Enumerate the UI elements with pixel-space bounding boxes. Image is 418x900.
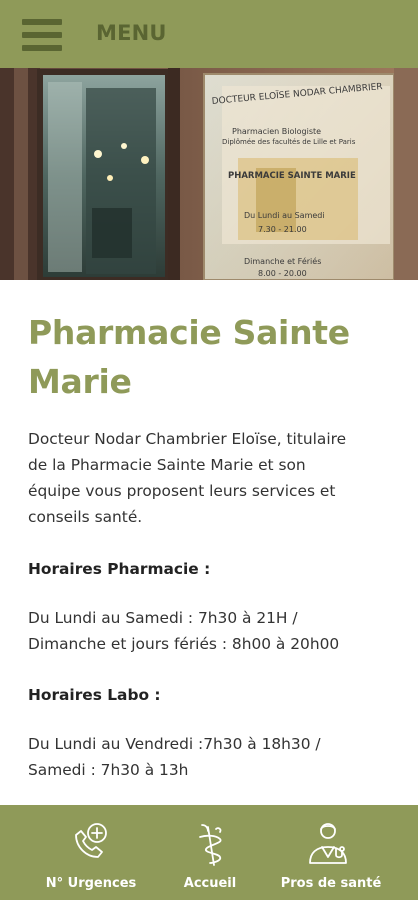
nav-accueil[interactable]: Accueil [170,805,250,900]
page-title: Pharmacie Sainte Marie [28,308,398,406]
hours-line: Du Lundi au Vendredi :7h30 à 18h30 / [28,735,321,753]
app-header: MENU [0,0,418,68]
intro-paragraph: Docteur Nodar Chambrier Eloïse, titulair… [28,426,398,530]
nav-label: Pros de santé [280,876,382,891]
main-content: Pharmacie Sainte Marie Docteur Nodar Cha… [28,308,398,783]
emergency-phone-icon [70,821,112,867]
nav-label: N° Urgences [45,876,137,891]
intro-line: Docteur Nodar Chambrier Eloïse, titulair… [28,430,347,448]
hours-line: Du Lundi au Samedi : 7h30 à 21H / [28,609,298,627]
hours-line: Samedi : 7h30 à 13h [28,761,189,779]
nav-pros-sante[interactable]: Pros de santé [272,805,390,900]
bottom-nav: N° Urgences Accueil Pros de santé [0,805,418,900]
doctor-icon [306,819,354,871]
svg-text:PHARMACIE SAINTE MARIE: PHARMACIE SAINTE MARIE [228,171,356,181]
svg-text:Pharmacien Biologiste: Pharmacien Biologiste [232,127,321,136]
intro-line: de la Pharmacie Sainte Marie et son [28,456,306,474]
nav-urgences[interactable]: N° Urgences [30,805,152,900]
lab-hours: Du Lundi au Vendredi :7h30 à 18h30 / Sam… [28,731,398,783]
pharmacy-storefront-photo: DOCTEUR ELOÏSE NODAR CHAMBRIER Pharmacie… [0,68,418,280]
svg-text:Diplômée des facultés de Lille: Diplômée des facultés de Lille et Paris [222,138,356,146]
menu-label[interactable]: MENU [96,21,167,45]
svg-text:7.30 - 21.00: 7.30 - 21.00 [258,225,307,234]
nav-label: Accueil [183,876,237,891]
caduceus-icon [196,821,226,871]
page-title-line: Marie [28,362,132,401]
hamburger-icon[interactable] [22,19,62,51]
pharmacy-hours-title: Horaires Pharmacie : [28,560,211,578]
intro-line: conseils santé. [28,508,143,526]
intro-line: équipe vous proposent leurs services et [28,482,336,500]
svg-text:8.00 - 20.00: 8.00 - 20.00 [258,269,307,278]
svg-text:Dimanche et Fériés: Dimanche et Fériés [244,256,321,266]
svg-text:Du Lundi au Samedi: Du Lundi au Samedi [244,211,325,220]
page-title-line: Pharmacie Sainte [28,313,350,352]
pharmacy-hours: Du Lundi au Samedi : 7h30 à 21H / Dimanc… [28,605,398,657]
hours-line: Dimanche et jours fériés : 8h00 à 20h00 [28,635,340,653]
lab-hours-title: Horaires Labo : [28,686,161,704]
